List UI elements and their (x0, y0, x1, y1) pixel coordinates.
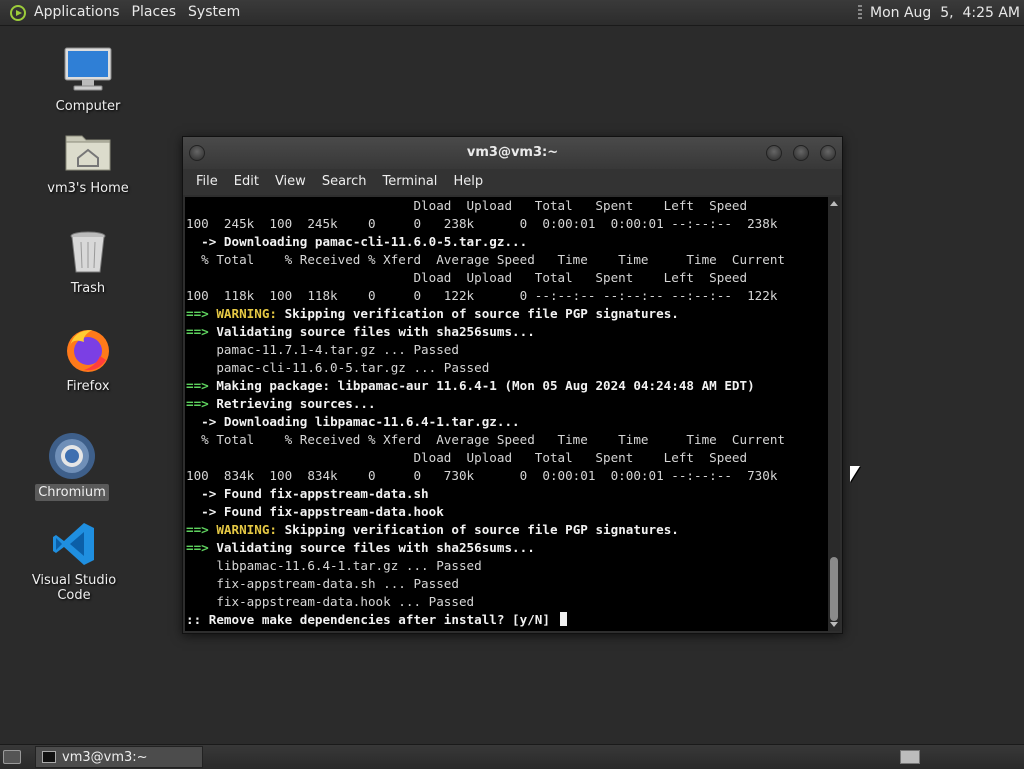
menu-file[interactable]: File (188, 169, 226, 195)
terminal-menubar: File Edit View Search Terminal Help (183, 169, 842, 195)
scroll-up-arrow-icon[interactable] (830, 201, 838, 206)
desktop-icon-computer[interactable]: Computer (28, 46, 148, 115)
terminal-line: fix-appstream-data.sh ... Passed (186, 576, 459, 591)
terminal-output[interactable]: Dload Upload Total Spent Left Speed 100 2… (185, 197, 828, 631)
terminal-line: ==> Making package: libpamac-aur 11.6.4-… (186, 378, 755, 393)
desktop-icon-label: Computer (55, 99, 121, 114)
terminal-line: -> Found fix-appstream-data.sh (201, 486, 429, 501)
terminal-line: ==> Validating source files with sha256s… (186, 324, 535, 339)
scroll-down-arrow-icon[interactable] (830, 622, 838, 627)
terminal-line: -> Found fix-appstream-data.hook (201, 504, 444, 519)
terminal-line: libpamac-11.6.4-1.tar.gz ... Passed (186, 558, 482, 573)
computer-icon (64, 46, 112, 94)
maximize-button[interactable] (793, 145, 809, 161)
terminal-line: ==> Retrieving sources... (186, 396, 376, 411)
desktop-icon-trash[interactable]: Trash (28, 228, 148, 297)
taskbar-item-label: vm3@vm3:~ (62, 749, 148, 765)
desktop-icon-label: Chromium (35, 484, 109, 501)
desktop-icon-chromium[interactable]: Chromium (12, 432, 132, 501)
terminal-line: fix-appstream-data.hook ... Passed (186, 594, 475, 609)
window-titlebar[interactable]: vm3@vm3:~ (183, 137, 842, 169)
desktop-icon-label: Firefox (66, 379, 110, 394)
places-menu[interactable]: Places (126, 0, 183, 25)
taskbar-item-terminal[interactable]: vm3@vm3:~ (35, 746, 203, 768)
firefox-icon (64, 326, 112, 374)
workspace-switcher[interactable] (900, 750, 920, 764)
vscode-icon (50, 520, 98, 568)
desktop-icon-home[interactable]: vm3's Home (28, 128, 148, 197)
distro-logo-icon[interactable] (10, 4, 26, 21)
terminal-line: ==> WARNING: Skipping verification of so… (186, 306, 679, 321)
terminal-line: 100 118k 100 118k 0 0 122k 0 --:--:-- --… (186, 288, 778, 303)
applications-menu[interactable]: Applications (28, 0, 126, 25)
terminal-line: ==> WARNING: Skipping verification of so… (186, 522, 679, 537)
bottom-panel: vm3@vm3:~ (0, 744, 1024, 769)
window-menu-button[interactable] (189, 145, 205, 161)
terminal-line: Dload Upload Total Spent Left Speed (186, 270, 748, 285)
terminal-line: -> Downloading pamac-cli-11.6.0-5.tar.gz… (201, 234, 528, 249)
terminal-line: % Total % Received % Xferd Average Speed… (186, 432, 785, 447)
close-button[interactable] (820, 145, 836, 161)
terminal-line: pamac-11.7.1-4.tar.gz ... Passed (186, 342, 459, 357)
terminal-icon (42, 751, 56, 763)
terminal-scrollbar[interactable] (828, 197, 840, 631)
minimize-button[interactable] (766, 145, 782, 161)
desktop-icon-firefox[interactable]: Firefox (28, 326, 148, 395)
terminal-line: pamac-cli-11.6.0-5.tar.gz ... Passed (186, 360, 490, 375)
terminal-line: :: Remove make dependencies after instal… (186, 611, 828, 629)
menu-help[interactable]: Help (445, 169, 491, 195)
desktop-icon-vscode[interactable]: Visual Studio Code (14, 520, 134, 604)
home-folder-icon (64, 128, 112, 176)
menu-search[interactable]: Search (314, 169, 375, 195)
terminal-line: Dload Upload Total Spent Left Speed (186, 198, 748, 213)
desktop-icon-label: Trash (70, 281, 106, 296)
terminal-cursor (559, 612, 567, 626)
terminal-line: -> Downloading libpamac-11.6.4-1.tar.gz.… (201, 414, 520, 429)
show-desktop-icon[interactable] (3, 750, 21, 764)
mouse-pointer-icon (850, 466, 860, 482)
menu-edit[interactable]: Edit (226, 169, 267, 195)
terminal-line: ==> Validating source files with sha256s… (186, 540, 535, 555)
clock[interactable]: Mon Aug 5, 4:25 AM (870, 5, 1024, 21)
trash-icon (64, 228, 112, 276)
desktop-icon-label: vm3's Home (47, 181, 129, 196)
terminal-line: 100 245k 100 245k 0 0 238k 0 0:00:01 0:0… (186, 216, 778, 231)
window-title: vm3@vm3:~ (466, 145, 559, 160)
terminal-line: % Total % Received % Xferd Average Speed… (186, 252, 785, 267)
terminal-text: Dload Upload Total Spent Left Speed 100 2… (185, 197, 828, 629)
top-panel: Applications Places System Mon Aug 5, 4:… (0, 0, 1024, 26)
scrollbar-thumb[interactable] (830, 557, 838, 621)
panel-grip-icon (857, 4, 862, 21)
menu-view[interactable]: View (267, 169, 314, 195)
chromium-icon (48, 432, 96, 480)
terminal-line: Dload Upload Total Spent Left Speed (186, 450, 748, 465)
system-menu[interactable]: System (182, 0, 246, 25)
terminal-window[interactable]: vm3@vm3:~ File Edit View Search Terminal… (182, 136, 843, 634)
menu-terminal[interactable]: Terminal (374, 169, 445, 195)
desktop-icon-label: Visual Studio Code (31, 573, 117, 603)
terminal-line: 100 834k 100 834k 0 0 730k 0 0:00:01 0:0… (186, 468, 778, 483)
